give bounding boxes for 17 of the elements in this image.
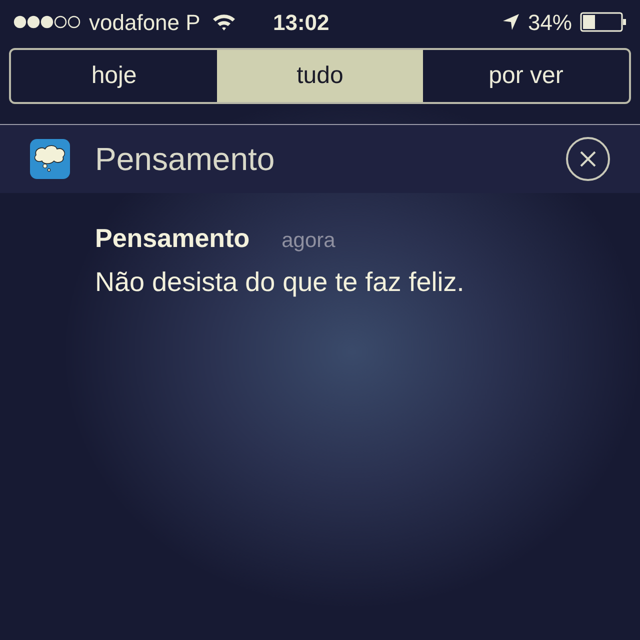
clock-time: 13:02: [273, 8, 330, 36]
carrier-name: vodafone P: [89, 8, 200, 36]
wifi-icon: [212, 13, 236, 31]
app-section-title: Pensamento: [95, 140, 276, 179]
signal-icon: [13, 15, 81, 29]
notification-message: Não desista do que te faz feliz.: [95, 266, 466, 299]
close-icon: [579, 150, 597, 168]
close-button[interactable]: [566, 137, 610, 181]
thought-bubble-app-icon: [30, 139, 70, 179]
battery-icon: [580, 12, 627, 32]
segment-tab[interactable]: tudo: [217, 50, 423, 102]
notification-title: Pensamento: [95, 222, 250, 255]
segment-tab[interactable]: hoje: [11, 50, 217, 102]
segment-tab[interactable]: por ver: [423, 50, 629, 102]
battery-percent: 34%: [528, 8, 572, 36]
notification-time: agora: [282, 228, 336, 254]
location-arrow-icon: [502, 13, 520, 31]
